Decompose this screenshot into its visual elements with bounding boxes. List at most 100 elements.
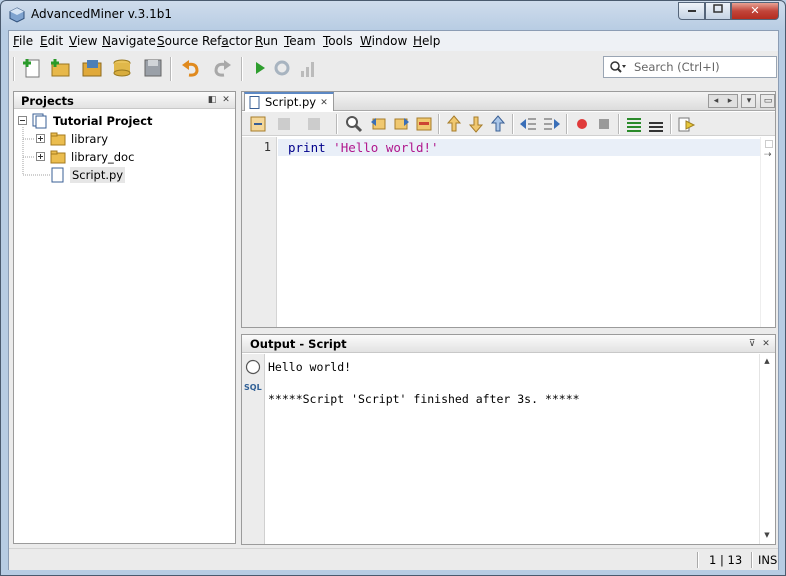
refresh-icon[interactable]: [271, 57, 293, 79]
scroll-down-icon[interactable]: ▼: [762, 530, 772, 540]
title-bar: AdvancedMiner v.3.1b1 ✕: [1, 1, 785, 29]
expand-icon[interactable]: [36, 134, 45, 143]
close-panel-icon[interactable]: ✕: [221, 95, 231, 105]
undo-icon[interactable]: [180, 57, 202, 79]
tab-label: Script.py: [265, 95, 317, 109]
code-line-current[interactable]: print 'Hello world!': [278, 139, 760, 156]
minimize-panel-icon[interactable]: ⊽: [747, 339, 757, 349]
last-edit-icon[interactable]: [248, 114, 268, 134]
expand-icon[interactable]: [36, 152, 45, 161]
menu-team[interactable]: Team: [284, 34, 316, 48]
toolbar-separator: [170, 57, 172, 81]
comment-icon[interactable]: [624, 114, 644, 134]
find-next-icon[interactable]: [392, 114, 412, 134]
sql-icon[interactable]: SQL: [244, 383, 262, 392]
minimize-panel-icon[interactable]: ◧: [207, 95, 217, 105]
project-name: Tutorial Project: [53, 114, 153, 128]
menu-view[interactable]: View: [69, 34, 97, 48]
collapse-icon[interactable]: [18, 116, 27, 125]
caret-position: 1 | 13: [709, 553, 743, 567]
uncomment-icon[interactable]: [646, 114, 666, 134]
run-script-icon[interactable]: [676, 114, 696, 134]
arrow-left-icon[interactable]: ◂: [711, 96, 721, 106]
menu-file[interactable]: File: [13, 34, 33, 48]
editor-panel: Script.py ✕ ◂ ▸ ▾ ▭ 1 print 'Hello world…: [241, 91, 776, 328]
menu-edit[interactable]: Edit: [40, 34, 63, 48]
code-keyword: print: [288, 140, 326, 155]
database-icon[interactable]: [111, 57, 133, 79]
glyph-margin: [242, 137, 256, 327]
maximize-editor-button[interactable]: ▭: [760, 94, 775, 108]
folder-icon: [50, 150, 66, 164]
output-sidebar: SQL: [242, 354, 265, 544]
new-file-icon[interactable]: [21, 57, 43, 79]
toolbar-separator: [618, 114, 620, 134]
find-icon[interactable]: [344, 114, 364, 134]
menu-window[interactable]: Window: [360, 34, 407, 48]
close-tab-icon[interactable]: ✕: [319, 98, 329, 108]
back-icon[interactable]: [274, 114, 294, 134]
stop-icon[interactable]: [245, 359, 261, 375]
save-all-icon[interactable]: [142, 57, 164, 79]
menu-refactor[interactable]: Refactor: [202, 34, 252, 48]
menu-bar: File Edit View Navigate Source Refactor …: [9, 31, 778, 51]
close-icon: ✕: [750, 4, 760, 17]
projects-header: Projects ◧ ✕: [14, 92, 235, 109]
maximize-button[interactable]: [705, 2, 731, 20]
code-string: 'Hello world!': [333, 140, 439, 155]
chevron-down-icon: ▾: [746, 96, 752, 106]
tree-item-label: library_doc: [71, 150, 135, 164]
toggle-bookmark-icon[interactable]: [488, 114, 508, 134]
run-icon[interactable]: [249, 57, 271, 79]
open-project-icon[interactable]: [81, 57, 103, 79]
menu-source[interactable]: Source: [157, 34, 198, 48]
new-project-icon[interactable]: [49, 57, 71, 79]
tab-list-button[interactable]: ▾: [741, 94, 756, 108]
output-panel: Output - Script ⊽ ✕ SQL Hello world! ****…: [241, 334, 776, 545]
file-icon: [249, 96, 260, 109]
minimize-icon: [687, 10, 696, 12]
profile-chart-icon[interactable]: [297, 57, 319, 79]
find-previous-icon[interactable]: [368, 114, 388, 134]
line-number: 1: [263, 140, 271, 154]
arrow-right-icon[interactable]: ▸: [725, 96, 735, 106]
menu-help[interactable]: Help: [413, 34, 440, 48]
output-title: Output - Script: [250, 337, 347, 351]
stop-macro-icon[interactable]: [594, 114, 614, 134]
redo-icon[interactable]: [211, 57, 233, 79]
forward-icon[interactable]: [304, 114, 324, 134]
search-input[interactable]: Search (Ctrl+I): [634, 60, 720, 74]
output-text: Hello world! *****Script 'Script' finishe…: [268, 359, 580, 407]
tab-script-py[interactable]: Script.py ✕: [244, 92, 334, 111]
toolbar-separator: [670, 114, 672, 134]
previous-bookmark-icon[interactable]: [444, 114, 464, 134]
tab-scroll-buttons[interactable]: ◂ ▸: [708, 94, 738, 108]
next-bookmark-icon[interactable]: [466, 114, 486, 134]
toolbar-separator: [241, 57, 243, 81]
close-panel-icon[interactable]: ✕: [761, 339, 771, 349]
search-icon: [610, 61, 626, 73]
folder-icon: [50, 132, 66, 146]
app-window: AdvancedMiner v.3.1b1 ✕ File Edit View N…: [0, 0, 786, 576]
insert-mode: INS: [758, 553, 778, 567]
shift-left-icon[interactable]: [518, 114, 538, 134]
close-button[interactable]: ✕: [731, 2, 779, 20]
menu-tools[interactable]: Tools: [323, 34, 353, 48]
toolbar-separator: [566, 114, 568, 134]
search-box[interactable]: Search (Ctrl+I): [603, 56, 777, 78]
output-scrollbar[interactable]: ▲ ▼: [759, 354, 774, 544]
menu-run[interactable]: Run: [255, 34, 278, 48]
shift-right-icon[interactable]: [542, 114, 562, 134]
toolbar-separator: [438, 114, 440, 134]
minimize-button[interactable]: [678, 2, 705, 20]
start-macro-icon[interactable]: [572, 114, 592, 134]
output-line: Hello world!: [268, 360, 352, 374]
scroll-up-icon[interactable]: ▲: [762, 356, 772, 366]
menu-navigate[interactable]: Navigate: [102, 34, 156, 48]
code-area[interactable]: print 'Hello world!': [278, 137, 760, 327]
output-line: *****Script 'Script' finished after 3s. …: [268, 392, 580, 406]
status-separator: [751, 552, 753, 568]
toggle-highlight-icon[interactable]: [414, 114, 434, 134]
status-separator: [697, 552, 699, 568]
